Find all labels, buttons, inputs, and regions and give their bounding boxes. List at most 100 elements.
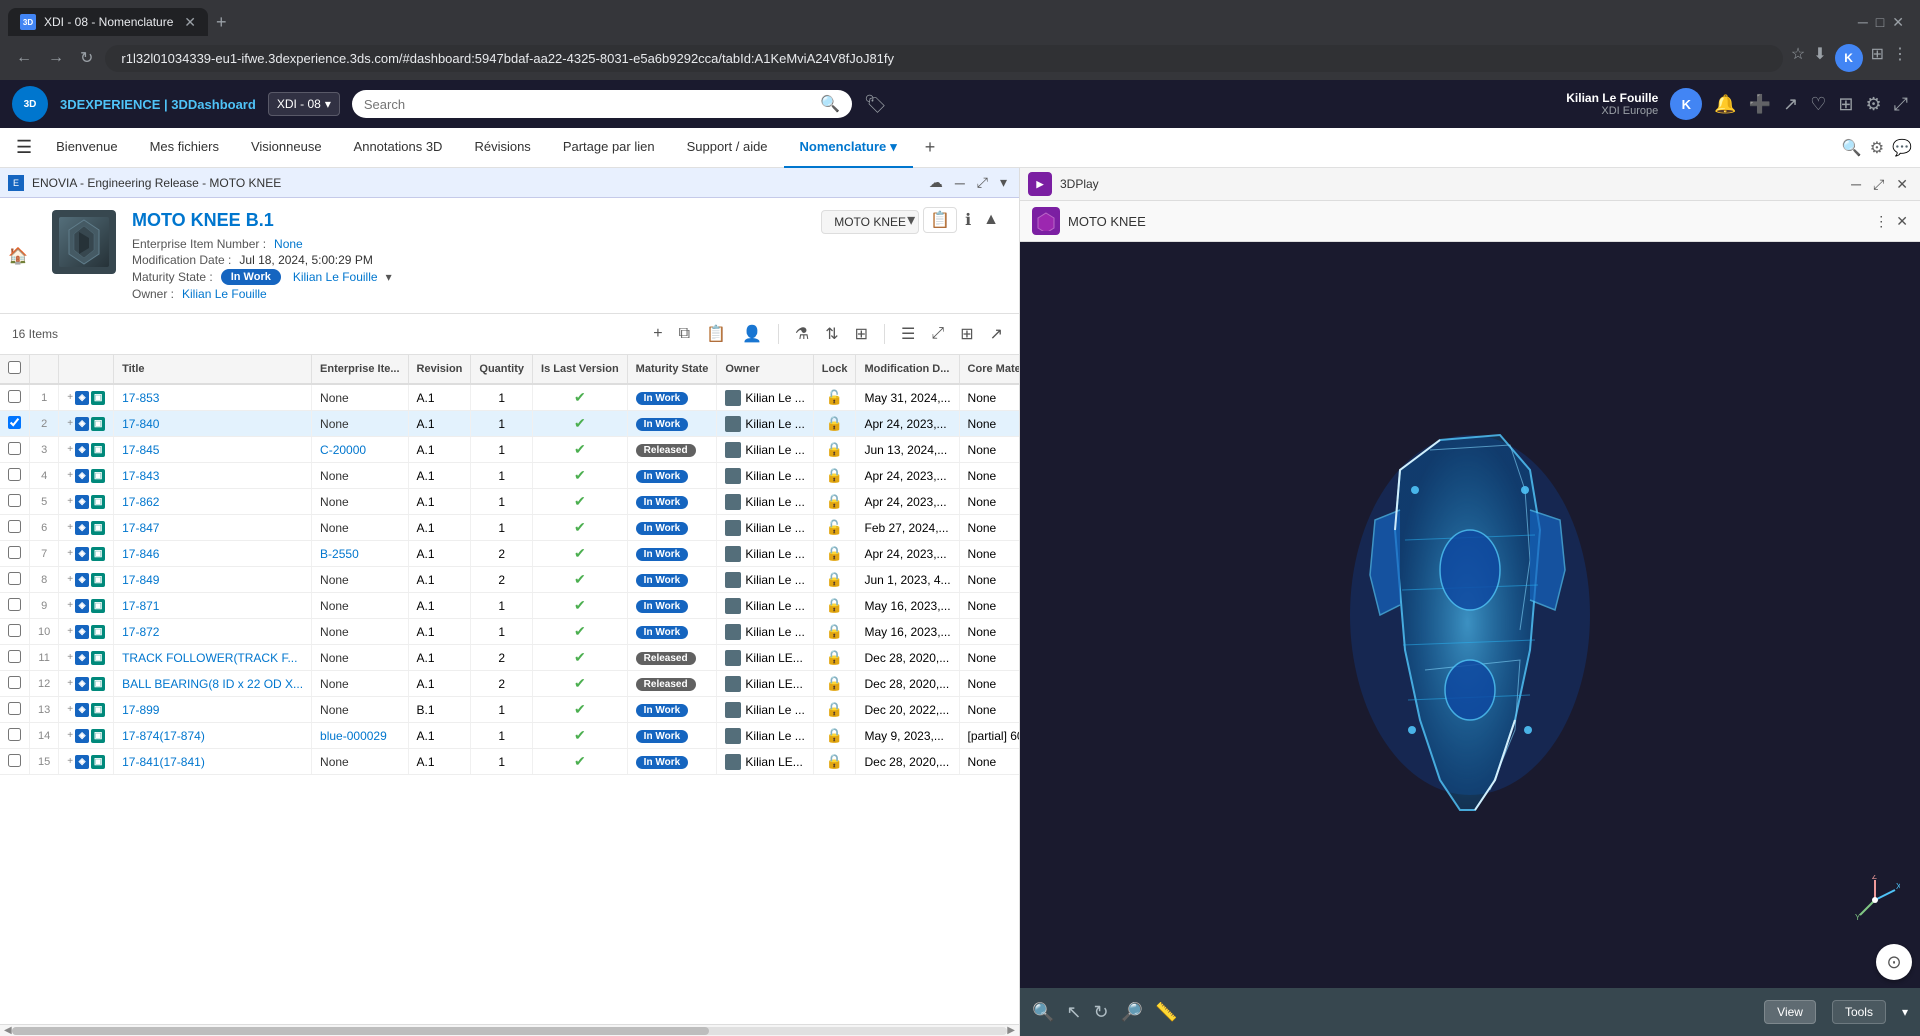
maturity-dropdown-icon[interactable]: ▾ — [386, 270, 392, 284]
row-checkbox-cell[interactable] — [0, 697, 30, 723]
part-link[interactable]: 17-871 — [122, 599, 159, 613]
row-checkbox-cell[interactable] — [0, 671, 30, 697]
part-link[interactable]: 17-843 — [122, 469, 159, 483]
nav-item-visionneuse[interactable]: Visionneuse — [235, 128, 338, 168]
grid-view-btn[interactable]: ⊞ — [956, 320, 977, 348]
row-checkbox[interactable] — [8, 520, 21, 533]
part-link[interactable]: 17-874(17-874) — [122, 729, 205, 743]
expand-icon[interactable]: + — [67, 574, 73, 585]
row-checkbox[interactable] — [8, 676, 21, 689]
table-row[interactable]: 15 + ◈ ▣ 17-841(17-841) None A.1 1 ✔ In … — [0, 749, 1019, 775]
rp-close-btn[interactable]: ✕ — [1892, 174, 1912, 195]
bookmark-icon[interactable]: ☆ — [1791, 44, 1805, 72]
part-link[interactable]: TRACK FOLLOWER(TRACK F... — [122, 651, 297, 665]
close-button[interactable]: ✕ — [1892, 14, 1904, 31]
table-row[interactable]: 11 + ◈ ▣ TRACK FOLLOWER(TRACK F... None … — [0, 645, 1019, 671]
row-checkbox[interactable] — [8, 702, 21, 715]
chrome-menu-icon[interactable]: ⋮ — [1892, 44, 1908, 72]
nav-chat-icon[interactable]: 💬 — [1892, 138, 1912, 158]
row-checkbox-cell[interactable] — [0, 723, 30, 749]
part-link[interactable]: 17-899 — [122, 703, 159, 717]
scroll-right-arrow[interactable]: ▶ — [1007, 1025, 1015, 1036]
row-checkbox[interactable] — [8, 598, 21, 611]
row-checkbox-cell[interactable] — [0, 437, 30, 463]
expand-icon[interactable]: + — [67, 548, 73, 559]
product-home-icon[interactable]: 🏠 — [8, 246, 28, 266]
reload-button[interactable]: ↻ — [76, 44, 97, 72]
rp-product-close-btn[interactable]: ✕ — [1896, 213, 1908, 230]
row-checkbox-cell[interactable] — [0, 515, 30, 541]
row-checkbox[interactable] — [8, 624, 21, 637]
table-row[interactable]: 6 + ◈ ▣ 17-847 None A.1 1 ✔ In Work Kili… — [0, 515, 1019, 541]
export-btn[interactable]: ↗ — [986, 320, 1007, 348]
row-checkbox-cell[interactable] — [0, 384, 30, 411]
nav-item-partage[interactable]: Partage par lien — [547, 128, 671, 168]
expand-icon[interactable]: + — [67, 756, 73, 767]
copy-button[interactable]: ⧉ — [675, 321, 694, 347]
expand-all-btn[interactable]: ⊞ — [851, 320, 872, 348]
hierarchy-btn[interactable]: ⇅ — [821, 320, 842, 348]
bottom-rotate-icon[interactable]: ↻ — [1094, 1002, 1109, 1023]
forward-button[interactable]: → — [44, 45, 68, 71]
row-checkbox-cell[interactable] — [0, 749, 30, 775]
row-checkbox-cell[interactable] — [0, 645, 30, 671]
row-title-cell[interactable]: 17-847 — [114, 515, 312, 541]
table-row[interactable]: 1 + ◈ ▣ 17-853 None A.1 1 ✔ In Work Kili… — [0, 384, 1019, 411]
h-scrollbar[interactable]: ◀ ▶ — [0, 1024, 1019, 1036]
bottom-measure-icon[interactable]: 📏 — [1155, 1002, 1177, 1023]
table-row[interactable]: 7 + ◈ ▣ 17-846 B-2550 A.1 2 ✔ In Work Ki… — [0, 541, 1019, 567]
bottom-cursor-icon[interactable]: ↖ — [1066, 1002, 1081, 1023]
table-row[interactable]: 10 + ◈ ▣ 17-872 None A.1 1 ✔ In Work Kil… — [0, 619, 1019, 645]
row-title-cell[interactable]: 17-899 — [114, 697, 312, 723]
row-title-cell[interactable]: 17-872 — [114, 619, 312, 645]
row-checkbox-cell[interactable] — [0, 489, 30, 515]
nav-search-icon[interactable]: 🔍 — [1842, 138, 1862, 158]
user-btn[interactable]: 👤 — [738, 320, 766, 348]
workspace-selector[interactable]: XDI - 08 ▾ — [268, 92, 340, 116]
row-title-cell[interactable]: 17-874(17-874) — [114, 723, 312, 749]
rp-expand-btn[interactable]: ⤢ — [1869, 174, 1888, 195]
table-row[interactable]: 14 + ◈ ▣ 17-874(17-874) blue-000029 A.1 … — [0, 723, 1019, 749]
row-title-cell[interactable]: 17-871 — [114, 593, 312, 619]
row-title-cell[interactable]: BALL BEARING(8 ID x 22 OD X... — [114, 671, 312, 697]
row-checkbox[interactable] — [8, 494, 21, 507]
add-button[interactable]: + — [649, 321, 666, 347]
part-link[interactable]: 17-845 — [122, 443, 159, 457]
row-title-cell[interactable]: 17-845 — [114, 437, 312, 463]
nav-hamburger-icon[interactable]: ☰ — [8, 129, 40, 166]
extensions-icon[interactable]: ⊞ — [1871, 44, 1884, 72]
part-link[interactable]: 17-846 — [122, 547, 159, 561]
table-row[interactable]: 8 + ◈ ▣ 17-849 None A.1 2 ✔ In Work Kili… — [0, 567, 1019, 593]
expand-icon[interactable]: + — [67, 496, 73, 507]
table-row[interactable]: 5 + ◈ ▣ 17-862 None A.1 1 ✔ In Work Kili… — [0, 489, 1019, 515]
nav-item-support[interactable]: Support / aide — [671, 128, 784, 168]
scroll-left-arrow[interactable]: ◀ — [4, 1025, 12, 1036]
tools-button[interactable]: Tools — [1832, 1000, 1886, 1024]
owner-link[interactable]: Kilian Le Fouille — [293, 270, 378, 284]
nav-item-annotations[interactable]: Annotations 3D — [338, 128, 459, 168]
row-title-cell[interactable]: 17-862 — [114, 489, 312, 515]
expand-icon[interactable]: + — [67, 600, 73, 611]
row-checkbox[interactable] — [8, 572, 21, 585]
table-row[interactable]: 9 + ◈ ▣ 17-871 None A.1 1 ✔ In Work Kili… — [0, 593, 1019, 619]
nav-settings-icon[interactable]: ⚙ — [1870, 138, 1884, 158]
expand-icon[interactable]: + — [67, 678, 73, 689]
user-avatar-header[interactable]: K — [1670, 88, 1702, 120]
expand-icon[interactable]: + — [67, 626, 73, 637]
view-float-button[interactable]: ⊙ — [1876, 944, 1912, 980]
row-title-cell[interactable]: 17-853 — [114, 384, 312, 411]
download-icon[interactable]: ⬇ — [1813, 44, 1826, 72]
row-checkbox[interactable] — [8, 754, 21, 767]
expand-icon[interactable]: + — [67, 470, 73, 481]
notifications-icon[interactable]: 🔔 — [1714, 94, 1736, 115]
back-button[interactable]: ← — [12, 45, 36, 71]
view-button[interactable]: View — [1764, 1000, 1816, 1024]
share-icon[interactable]: ↗ — [1783, 94, 1798, 115]
search-input[interactable] — [364, 97, 812, 112]
row-title-cell[interactable]: TRACK FOLLOWER(TRACK F... — [114, 645, 312, 671]
row-title-cell[interactable]: 17-840 — [114, 411, 312, 437]
part-link[interactable]: 17-840 — [122, 417, 159, 431]
table-row[interactable]: 12 + ◈ ▣ BALL BEARING(8 ID x 22 OD X... … — [0, 671, 1019, 697]
row-checkbox-cell[interactable] — [0, 463, 30, 489]
product-collapse-btn[interactable]: ▾ — [903, 206, 919, 234]
